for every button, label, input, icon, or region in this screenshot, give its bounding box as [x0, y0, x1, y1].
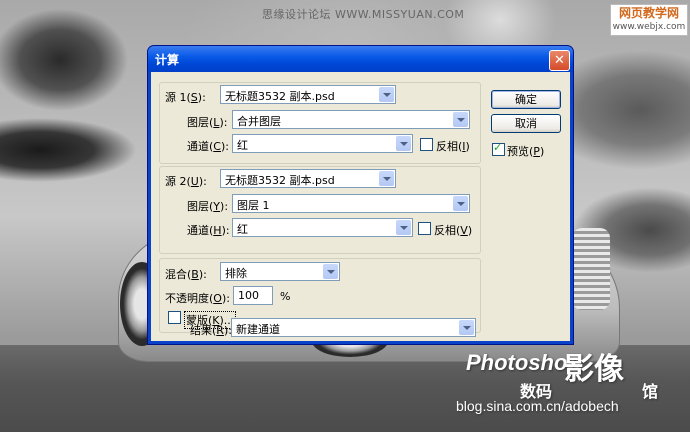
source1-channel-select[interactable]: 红 [232, 134, 413, 153]
cancel-button[interactable]: 取消 [491, 114, 561, 133]
preview-checkbox[interactable] [492, 141, 505, 156]
source2-channel-select[interactable]: 红 [232, 218, 413, 237]
chevron-down-icon [459, 320, 474, 335]
blending-mode-value: 排除 [225, 267, 247, 280]
result-select[interactable]: 新建通道 [231, 318, 476, 337]
source2-layer-select[interactable]: 图层 1 [232, 194, 470, 213]
source1-layer-label: 图层(L): [187, 116, 228, 129]
result-label: 结果(R): [190, 324, 232, 337]
source2-layer-value: 图层 1 [237, 199, 270, 212]
source1-file-value: 无标题3532 副本.psd [225, 90, 335, 103]
brand-big-text: 影像 [564, 352, 624, 387]
chevron-down-icon [379, 171, 394, 186]
opacity-input[interactable]: 100 [233, 286, 273, 305]
source2-file-select[interactable]: 无标题3532 副本.psd [220, 169, 396, 188]
chevron-down-icon [396, 136, 411, 151]
source2-layer-label: 图层(Y): [187, 200, 229, 213]
mask-checkbox[interactable] [168, 311, 181, 324]
chevron-down-icon [379, 87, 394, 102]
opacity-label: 不透明度(O): [165, 292, 230, 305]
dialog-titlebar[interactable]: 计算 ✕ [148, 46, 573, 72]
source1-channel-label: 通道(C): [187, 140, 229, 153]
source2-invert-label[interactable]: 反相(V) [434, 222, 472, 238]
chevron-down-icon [453, 112, 468, 127]
chevron-down-icon [396, 220, 411, 235]
dialog-body: 源 1(S): 无标题3532 副本.psd 图层(L): 合并图层 通道(C)… [151, 72, 570, 341]
site-logo-url: www.webjx.com [612, 22, 686, 32]
close-icon: ✕ [554, 53, 565, 68]
blog-url-watermark: blog.sina.com.cn/adobech [456, 398, 619, 414]
brand-hall-text: 馆 [642, 382, 659, 401]
preview-label[interactable]: 预览(P) [507, 143, 544, 159]
blending-label: 混合(B): [165, 268, 207, 281]
source2-channel-value: 红 [237, 223, 248, 236]
site-logo-title: 网页教学网 [618, 6, 679, 20]
close-button[interactable]: ✕ [549, 50, 570, 71]
site-watermark-top: 思缘设计论坛 WWW.MISSYUAN.COM [262, 8, 465, 21]
calculations-dialog: 计算 ✕ 源 1(S): 无标题3532 副本.psd 图层(L): 合并图层 … [148, 46, 573, 344]
source1-layer-value: 合并图层 [237, 115, 281, 128]
source1-invert-label[interactable]: 反相(I) [436, 138, 470, 154]
blending-mode-select[interactable]: 排除 [220, 262, 340, 281]
source2-label: 源 2(U): [165, 175, 207, 188]
source1-group: 源 1(S): 无标题3532 副本.psd 图层(L): 合并图层 通道(C)… [159, 82, 481, 164]
chevron-down-icon [323, 264, 338, 279]
source2-group: 源 2(U): 无标题3532 副本.psd 图层(Y): 图层 1 通道(H)… [159, 166, 481, 254]
chevron-down-icon [453, 196, 468, 211]
result-value: 新建通道 [236, 323, 280, 336]
source1-label: 源 1(S): [165, 91, 206, 104]
source1-file-select[interactable]: 无标题3532 副本.psd [220, 85, 396, 104]
car-grille [572, 228, 610, 310]
source2-file-value: 无标题3532 副本.psd [225, 174, 335, 187]
source1-layer-select[interactable]: 合并图层 [232, 110, 470, 129]
dialog-title: 计算 [155, 53, 180, 67]
opacity-unit: % [280, 290, 291, 303]
source2-invert-checkbox[interactable] [418, 222, 431, 235]
source1-invert-checkbox[interactable] [420, 138, 433, 151]
site-logo: 网页教学网 www.webjx.com [610, 4, 688, 36]
opacity-value: 100 [238, 289, 259, 302]
source1-channel-value: 红 [237, 139, 248, 152]
ok-button[interactable]: 确定 [491, 90, 561, 109]
source2-channel-label: 通道(H): [187, 224, 230, 237]
